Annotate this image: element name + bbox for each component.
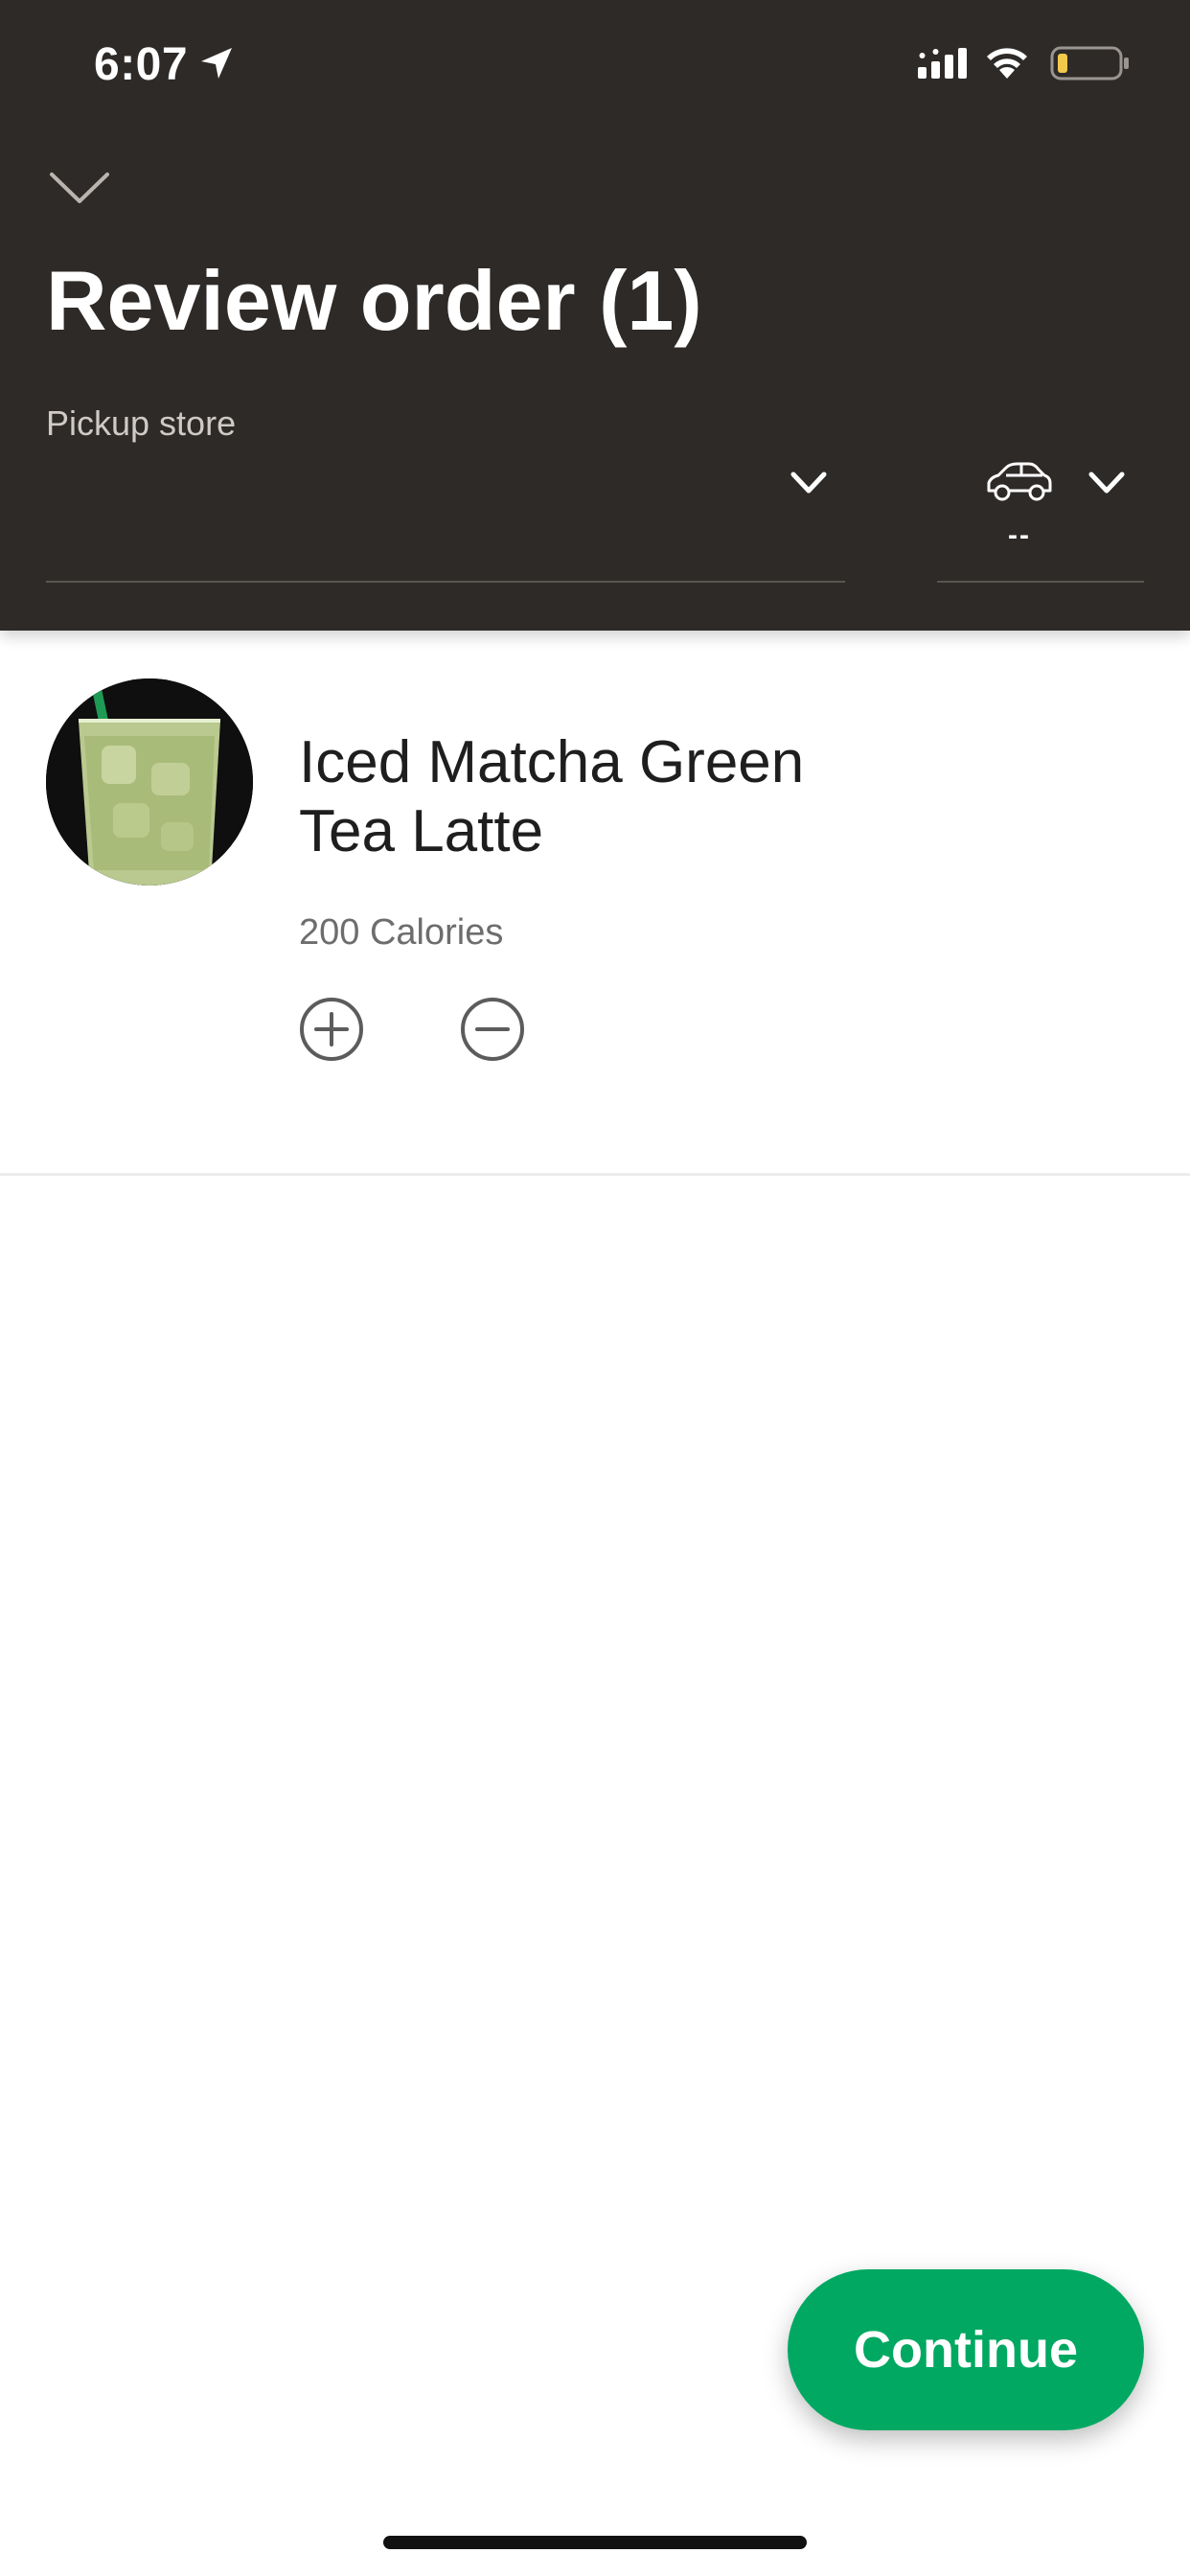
wifi-icon: [987, 48, 1027, 79]
iced-matcha-latte-photo: [46, 678, 253, 886]
pickup-mode-value: --: [1008, 519, 1031, 551]
chevron-down-icon: [790, 472, 827, 494]
status-time: 6:07: [94, 39, 189, 90]
order-header: 6:07 Review order (1) Pickup store --: [0, 0, 1190, 631]
location-arrow-icon: [201, 48, 232, 79]
order-item: Iced Matcha Green Tea Latte 200 Calories: [0, 631, 1190, 1175]
review-order-screen: 6:07 Review order (1) Pickup store -- Ic…: [0, 0, 1190, 2576]
product-image: [46, 678, 253, 886]
chevron-down-icon: [1088, 472, 1125, 494]
pickup-store-label: Pickup store: [46, 403, 237, 443]
minus-circle-icon[interactable]: [460, 997, 525, 1062]
item-divider: [0, 1173, 1190, 1176]
pickup-store-select[interactable]: [46, 450, 845, 585]
product-name: Iced Matcha Green Tea Latte: [299, 729, 805, 864]
chevron-down-icon[interactable]: [48, 169, 111, 207]
product-calories: 200 Calories: [299, 912, 504, 953]
page-title: Review order (1): [46, 253, 702, 348]
plus-circle-icon[interactable]: [299, 997, 364, 1062]
pickup-mode-select[interactable]: --: [937, 450, 1144, 585]
continue-button[interactable]: Continue: [788, 2269, 1144, 2430]
pickup-mode-underline: [937, 581, 1144, 583]
cellular-signal-icon: [918, 48, 967, 79]
car-icon: [987, 462, 1052, 501]
home-indicator[interactable]: [383, 2536, 807, 2549]
pickup-store-underline: [46, 581, 845, 583]
battery-low-icon: [1050, 46, 1129, 80]
